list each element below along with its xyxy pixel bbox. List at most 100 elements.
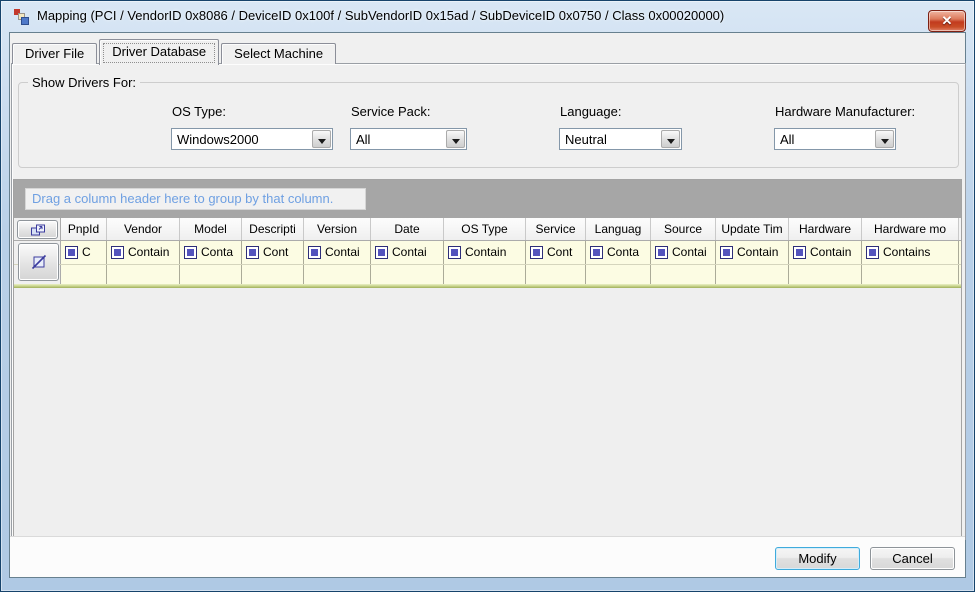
empty-row-cell [107, 265, 180, 284]
customize-grid-icon [30, 223, 46, 236]
filter-condition-icon[interactable] [530, 246, 543, 259]
group-by-hint: Drag a column header here to group by th… [25, 188, 366, 210]
filter-cell-source[interactable]: Contai [651, 241, 716, 264]
filter-condition-text: Contai [672, 245, 707, 259]
filter-condition-icon[interactable] [111, 246, 124, 259]
service-pack-combobox[interactable]: All [350, 128, 467, 150]
service-pack-selected-value: All [356, 132, 370, 147]
empty-row-cell [862, 265, 959, 284]
filter-condition-icon[interactable] [375, 246, 388, 259]
empty-row-cell [444, 265, 526, 284]
clear-filter-icon [31, 255, 46, 270]
show-drivers-groupbox: Show Drivers For: OS Type:Windows2000Ser… [18, 82, 959, 168]
column-header-pnpid[interactable]: PnpId [61, 218, 107, 240]
hardware-manufacturer-selected-value: All [780, 132, 794, 147]
footer-bar: Modify Cancel [10, 536, 965, 577]
filter-condition-icon[interactable] [793, 246, 806, 259]
grid-empty-row [14, 265, 961, 284]
filter-cell-os-type[interactable]: Contain [444, 241, 526, 264]
filter-cell-pnpid[interactable]: C [61, 241, 107, 264]
filter-condition-icon[interactable] [308, 246, 321, 259]
grid-filter-row: C Contain Conta Cont Contai Contai Contain Cont… [14, 241, 961, 265]
column-header-os-type[interactable]: OS Type [444, 218, 526, 240]
filter-cell-languag[interactable]: Conta [586, 241, 651, 264]
group-by-area[interactable]: Drag a column header here to group by th… [14, 180, 961, 218]
empty-row-cell [526, 265, 586, 284]
dropdown-button[interactable] [661, 130, 680, 148]
filter-condition-text: Contai [325, 245, 360, 259]
tab-label: Driver Database [112, 44, 206, 59]
close-icon: ✕ [942, 11, 953, 31]
column-header-update-tim[interactable]: Update Tim [716, 218, 789, 240]
filter-cell-update-tim[interactable]: Contain [716, 241, 789, 264]
customize-grid-button[interactable] [17, 220, 58, 239]
tabstrip: Driver File Driver Database Select Machine [12, 37, 338, 64]
column-header-source[interactable]: Source [651, 218, 716, 240]
tab-driver-file[interactable]: Driver File [12, 43, 97, 64]
filter-condition-icon[interactable] [590, 246, 603, 259]
column-header-languag[interactable]: Languag [586, 218, 651, 240]
titlebar[interactable]: Mapping (PCI / VendorID 0x8086 / DeviceI… [1, 1, 974, 32]
filter-condition-text: Contain [465, 245, 506, 259]
chevron-down-icon [881, 139, 889, 144]
empty-row-cell [716, 265, 789, 284]
filter-condition-text: Contain [737, 245, 778, 259]
row-indicator-header-cell [14, 218, 61, 240]
filter-condition-icon[interactable] [65, 246, 78, 259]
modify-button[interactable]: Modify [775, 547, 860, 570]
column-header-version[interactable]: Version [304, 218, 371, 240]
column-header-descripti[interactable]: Descripti [242, 218, 304, 240]
filter-condition-icon[interactable] [184, 246, 197, 259]
column-header-service[interactable]: Service [526, 218, 586, 240]
close-button[interactable]: ✕ [928, 10, 966, 32]
chevron-down-icon [318, 139, 326, 144]
chevron-down-icon [667, 139, 675, 144]
chevron-down-icon [452, 139, 460, 144]
filter-cell-hardware-mo[interactable]: Contains [862, 241, 959, 264]
filter-condition-text: Contain [128, 245, 169, 259]
empty-row-cell [61, 265, 107, 284]
dropdown-button[interactable] [875, 130, 894, 148]
empty-row-cell [242, 265, 304, 284]
hardware-manufacturer-combobox[interactable]: All [774, 128, 896, 150]
column-header-hardware-mo[interactable]: Hardware mo [862, 218, 959, 240]
cancel-button[interactable]: Cancel [870, 547, 955, 570]
empty-row-cell [651, 265, 716, 284]
filter-condition-text: Conta [607, 245, 639, 259]
dialog-window: Mapping (PCI / VendorID 0x8086 / DeviceI… [0, 0, 975, 592]
show-drivers-group-label: Show Drivers For: [28, 75, 140, 90]
column-header-vendor[interactable]: Vendor [107, 218, 180, 240]
column-header-hardware[interactable]: Hardware [789, 218, 862, 240]
filter-cell-descripti[interactable]: Cont [242, 241, 304, 264]
filter-condition-icon[interactable] [720, 246, 733, 259]
filter-cell-date[interactable]: Contai [371, 241, 444, 264]
filter-cell-version[interactable]: Contai [304, 241, 371, 264]
hardware-manufacturer-label: Hardware Manufacturer: [775, 104, 915, 119]
column-header-model[interactable]: Model [180, 218, 242, 240]
tab-select-machine[interactable]: Select Machine [221, 43, 336, 64]
filter-condition-text: C [82, 245, 91, 259]
filter-cell-model[interactable]: Conta [180, 241, 242, 264]
dropdown-button[interactable] [312, 130, 331, 148]
filter-condition-text: Cont [263, 245, 288, 259]
empty-row-cell [586, 265, 651, 284]
tab-label: Driver File [25, 46, 84, 61]
filter-condition-text: Contain [810, 245, 851, 259]
drivers-grid: Drag a column header here to group by th… [13, 179, 962, 539]
filter-condition-icon[interactable] [246, 246, 259, 259]
filter-condition-icon[interactable] [866, 246, 879, 259]
column-header-date[interactable]: Date [371, 218, 444, 240]
filter-cell-service[interactable]: Cont [526, 241, 586, 264]
language-combobox[interactable]: Neutral [559, 128, 682, 150]
dropdown-button[interactable] [446, 130, 465, 148]
filter-cell-vendor[interactable]: Contain [107, 241, 180, 264]
os-type-combobox[interactable]: Windows2000 [171, 128, 333, 150]
filter-condition-text: Conta [201, 245, 233, 259]
clear-filter-button[interactable] [18, 243, 59, 281]
filter-condition-icon[interactable] [655, 246, 668, 259]
filter-condition-icon[interactable] [448, 246, 461, 259]
tab-driver-database[interactable]: Driver Database [99, 39, 219, 65]
service-pack-label: Service Pack: [351, 104, 430, 119]
empty-row-cell [789, 265, 862, 284]
filter-cell-hardware[interactable]: Contain [789, 241, 862, 264]
